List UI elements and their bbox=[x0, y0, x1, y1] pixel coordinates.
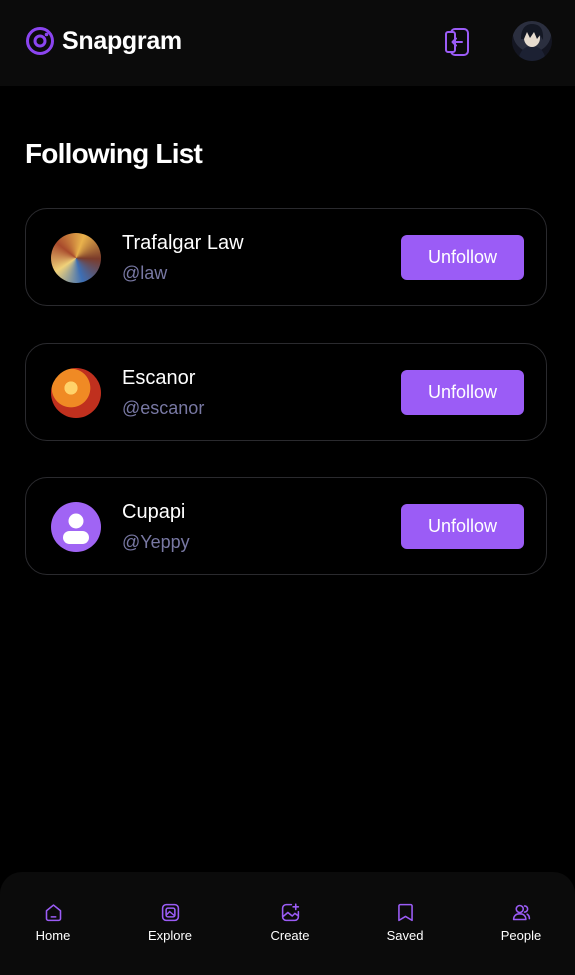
default-user-icon bbox=[63, 513, 89, 544]
logout-button[interactable] bbox=[441, 26, 473, 58]
saved-icon bbox=[397, 903, 413, 922]
home-icon bbox=[45, 904, 61, 922]
brand-logo[interactable]: Snapgram bbox=[25, 26, 182, 56]
app-root: Snapgram Following List Trafalgar Law @l… bbox=[0, 0, 575, 975]
bottom-nav: Home Explore Create Saved People bbox=[0, 872, 575, 975]
user-name[interactable]: Escanor bbox=[122, 367, 195, 390]
user-avatar[interactable] bbox=[51, 233, 101, 283]
user-name[interactable]: Trafalgar Law bbox=[122, 232, 244, 255]
nav-home[interactable]: Home bbox=[13, 902, 93, 946]
nav-create[interactable]: Create bbox=[250, 902, 330, 946]
nav-saved[interactable]: Saved bbox=[365, 902, 445, 946]
nav-people[interactable]: People bbox=[481, 902, 561, 946]
nav-label: Create bbox=[270, 928, 310, 943]
user-avatar[interactable] bbox=[51, 368, 101, 418]
unfollow-button[interactable]: Unfollow bbox=[401, 370, 524, 415]
snapgram-logo-icon bbox=[26, 27, 54, 55]
app-name: Snapgram bbox=[62, 26, 182, 55]
user-avatar-icon bbox=[518, 24, 546, 61]
following-card: Cupapi @Yeppy Unfollow bbox=[25, 477, 547, 575]
user-handle: @Yeppy bbox=[122, 532, 190, 552]
nav-explore[interactable]: Explore bbox=[130, 902, 210, 946]
top-bar: Snapgram bbox=[0, 0, 575, 86]
profile-avatar[interactable] bbox=[512, 21, 552, 61]
nav-label: Home bbox=[35, 928, 71, 943]
unfollow-button[interactable]: Unfollow bbox=[401, 235, 524, 280]
people-icon bbox=[512, 904, 530, 921]
user-avatar[interactable] bbox=[51, 502, 101, 552]
explore-icon bbox=[161, 903, 179, 922]
logout-icon bbox=[445, 28, 469, 56]
user-handle: @escanor bbox=[122, 398, 205, 418]
nav-label: Saved bbox=[386, 928, 424, 943]
nav-label: Explore bbox=[147, 928, 193, 943]
page-title: Following List bbox=[25, 138, 203, 169]
following-card: Escanor @escanor Unfollow bbox=[25, 343, 547, 441]
user-handle: @law bbox=[122, 263, 168, 283]
unfollow-button[interactable]: Unfollow bbox=[401, 504, 524, 549]
create-icon bbox=[281, 903, 299, 922]
nav-label: People bbox=[500, 928, 542, 943]
user-name[interactable]: Cupapi bbox=[122, 501, 185, 524]
following-card: Trafalgar Law @law Unfollow bbox=[25, 208, 547, 306]
